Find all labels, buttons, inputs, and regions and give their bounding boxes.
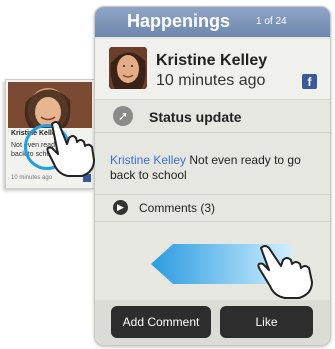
status-update-icon: ➚ <box>113 106 133 126</box>
pointing-hand-icon <box>46 121 95 177</box>
post-body: Kristine Kelley Not even ready to go bac… <box>110 153 320 183</box>
widget-title: Happenings <box>127 11 231 31</box>
item-counter: 1 of 24 <box>256 16 287 27</box>
status-type-row: ➚ Status update <box>95 102 330 133</box>
status-type-label: Status update <box>149 109 242 125</box>
comments-row[interactable]: ▶ Comments (3) <box>95 194 330 222</box>
avatar <box>109 47 147 89</box>
comments-label: Comments (3) <box>139 201 216 215</box>
author-name: Kristine Kelley <box>156 52 268 69</box>
add-comment-button[interactable]: Add Comment <box>111 306 211 338</box>
expand-comments-icon: ▶ <box>113 200 128 215</box>
like-button[interactable]: Like <box>220 306 313 338</box>
widget-header: Happenings 1 of 24 <box>95 7 330 37</box>
author-row[interactable]: Kristine Kelley 10 minutes ago <box>95 39 330 100</box>
action-bar: Add Comment Like <box>95 300 330 345</box>
facebook-icon[interactable]: f <box>302 74 317 89</box>
post-author-link[interactable]: Kristine Kelley <box>110 153 186 167</box>
swipe-hand-icon <box>257 245 313 299</box>
post-time: 10 minutes ago <box>156 72 266 89</box>
